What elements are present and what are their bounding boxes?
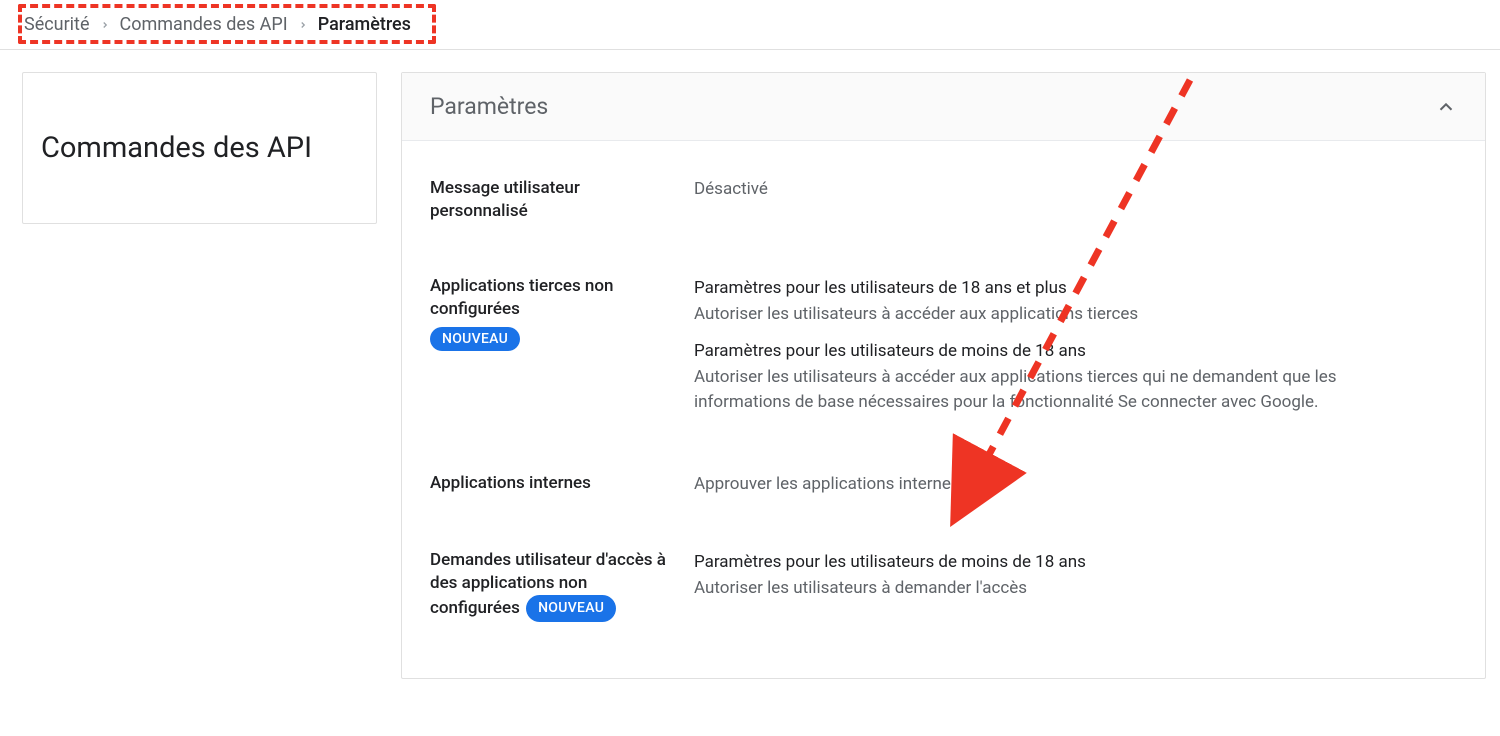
breadcrumb-parametres: Paramètres <box>318 14 411 35</box>
panel-body: Message utilisateur personnalisé Désacti… <box>402 141 1485 678</box>
setting-subheading: Paramètres pour les utilisateurs de 18 a… <box>694 275 1437 302</box>
setting-value: Approuver les applications internes <box>694 472 1437 498</box>
panel-header[interactable]: Paramètres <box>402 73 1485 141</box>
setting-label: Applications tierces non configurées <box>430 275 674 321</box>
side-card-title: Commandes des API <box>41 131 358 165</box>
chevron-right-icon <box>298 14 308 35</box>
setting-label: Applications internes <box>430 472 674 495</box>
new-badge: NOUVEAU <box>526 595 616 622</box>
breadcrumb-securite[interactable]: Sécurité <box>24 14 90 35</box>
setting-row-third-party-apps[interactable]: Applications tierces non configurées NOU… <box>430 249 1457 446</box>
settings-panel: Paramètres Message utilisateur personnal… <box>401 72 1486 679</box>
breadcrumb-commandes-api[interactable]: Commandes des API <box>120 14 288 35</box>
setting-label: Message utilisateur personnalisé <box>430 177 674 223</box>
setting-subheading: Paramètres pour les utilisateurs de moin… <box>694 338 1437 365</box>
panel-title: Paramètres <box>430 93 548 120</box>
setting-description: Autoriser les utilisateurs à demander l'… <box>694 576 1437 602</box>
setting-description: Autoriser les utilisateurs à accéder aux… <box>694 365 1437 416</box>
setting-description: Autoriser les utilisateurs à accéder aux… <box>694 302 1437 328</box>
breadcrumb: Sécurité Commandes des API Paramètres <box>0 0 1500 50</box>
chevron-up-icon <box>1435 96 1457 118</box>
setting-row-custom-message[interactable]: Message utilisateur personnalisé Désacti… <box>430 151 1457 249</box>
content-area: Commandes des API Paramètres Message uti… <box>0 50 1500 701</box>
setting-label: Demandes utilisateur d'accès à des appli… <box>430 549 674 622</box>
side-card: Commandes des API <box>22 72 377 224</box>
setting-value: Désactivé <box>694 177 1437 203</box>
setting-subheading: Paramètres pour les utilisateurs de moin… <box>694 549 1437 576</box>
new-badge: NOUVEAU <box>430 327 520 351</box>
chevron-right-icon <box>100 14 110 35</box>
setting-row-internal-apps[interactable]: Applications internes Approuver les appl… <box>430 446 1457 524</box>
setting-row-access-requests[interactable]: Demandes utilisateur d'accès à des appli… <box>430 523 1457 648</box>
